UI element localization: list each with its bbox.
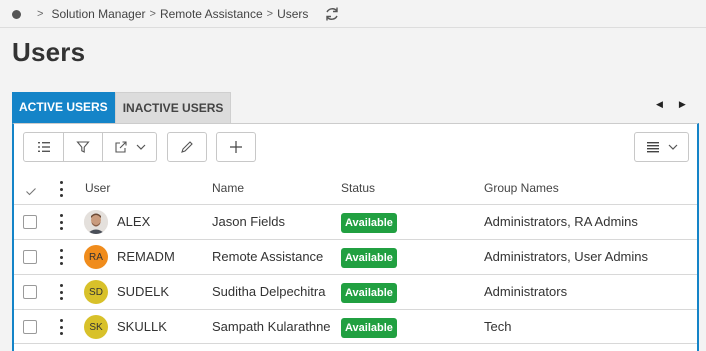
kebab-icon[interactable]: [59, 319, 63, 335]
chevron-down-icon: [668, 144, 677, 150]
breadcrumb: > Solution Manager > Remote Assistance >…: [12, 6, 340, 22]
table-row[interactable]: SD SUDELK Suditha Delpechitra Available …: [14, 274, 697, 309]
status-badge: Available: [341, 213, 397, 233]
refresh-icon[interactable]: [324, 6, 340, 22]
user-name: Suditha Delpechitra: [212, 284, 326, 299]
breadcrumb-item-remote-assistance[interactable]: Remote Assistance: [160, 7, 263, 21]
status-badge: Available: [341, 248, 397, 268]
home-dot-icon[interactable]: [12, 9, 21, 19]
column-header-status[interactable]: Status: [341, 181, 375, 195]
tab-active-users[interactable]: ACTIVE USERS: [12, 92, 115, 123]
tab-inactive-users[interactable]: INACTIVE USERS: [114, 92, 232, 123]
row-checkbox[interactable]: [23, 285, 37, 299]
user-photo-icon: [84, 210, 108, 234]
users-panel: User Name Status Group Names ALEX Jason …: [12, 123, 699, 351]
header-divider: [0, 27, 706, 28]
group-names: Administrators, User Admins: [484, 249, 648, 264]
edit-icon: [181, 141, 193, 153]
user-name: Sampath Kularathne: [212, 319, 331, 334]
column-header-groups[interactable]: Group Names: [484, 181, 559, 195]
users-table: ALEX Jason Fields Available Administrato…: [14, 204, 697, 344]
list-icon: [37, 142, 50, 152]
user-name: Remote Assistance: [212, 249, 324, 264]
add-button[interactable]: [216, 132, 256, 162]
tab-bar: ACTIVE USERS INACTIVE USERS: [12, 92, 232, 123]
add-icon: [230, 141, 242, 153]
avatar: SK: [84, 315, 108, 339]
breadcrumb-item-users: Users: [277, 7, 309, 21]
avatar: SD: [84, 280, 108, 304]
table-row[interactable]: RA REMADM Remote Assistance Available Ad…: [14, 239, 697, 274]
filter-icon: [76, 141, 90, 153]
user-id: REMADM: [117, 249, 175, 264]
kebab-icon[interactable]: [59, 181, 63, 197]
arrow-left-icon[interactable]: ◀: [656, 99, 663, 110]
kebab-icon[interactable]: [59, 284, 63, 300]
column-view-inner: [635, 133, 688, 161]
row-checkbox[interactable]: [23, 250, 37, 264]
user-name: Jason Fields: [212, 214, 285, 229]
column-view-button[interactable]: [634, 132, 689, 162]
status-badge: Available: [341, 283, 397, 303]
chevron-right-icon: >: [266, 8, 274, 20]
user-id: SUDELK: [117, 284, 170, 299]
user-id: SKULLK: [117, 319, 167, 334]
edit-button-inner: [168, 133, 206, 161]
group-names: Administrators, RA Admins: [484, 214, 638, 229]
group-names: Tech: [484, 319, 512, 334]
column-view-icon: [646, 142, 659, 153]
edit-button[interactable]: [167, 132, 207, 162]
breadcrumb-item-solution-manager[interactable]: Solution Manager: [51, 7, 145, 21]
kebab-icon[interactable]: [59, 249, 63, 265]
group-names: Administrators: [484, 284, 568, 299]
filter-button[interactable]: [63, 133, 102, 161]
list-button[interactable]: [24, 133, 63, 161]
kebab-icon[interactable]: [59, 214, 63, 230]
avatar: RA: [84, 245, 108, 269]
export-button[interactable]: [102, 133, 156, 161]
status-badge: Available: [341, 318, 397, 338]
view-toolbar: [23, 132, 157, 162]
avatar: [84, 210, 108, 234]
table-row[interactable]: SK SKULLK Sampath Kularathne Available T…: [14, 309, 697, 344]
tab-scroll-arrows: ◀ ▶: [656, 99, 686, 110]
arrow-right-icon[interactable]: ▶: [679, 99, 686, 110]
row-checkbox[interactable]: [23, 215, 37, 229]
page-title: Users: [12, 37, 86, 67]
column-header-user[interactable]: User: [85, 181, 110, 195]
user-id: ALEX: [117, 214, 151, 229]
check-icon[interactable]: [25, 187, 37, 196]
export-icon: [114, 141, 127, 153]
column-header-name[interactable]: Name: [212, 181, 244, 195]
row-checkbox[interactable]: [23, 320, 37, 334]
add-button-inner: [217, 133, 255, 161]
chevron-right-icon: >: [149, 8, 156, 20]
chevron-down-icon: [136, 144, 145, 150]
table-row[interactable]: ALEX Jason Fields Available Administrato…: [14, 204, 697, 239]
chevron-right-icon: >: [37, 8, 44, 20]
